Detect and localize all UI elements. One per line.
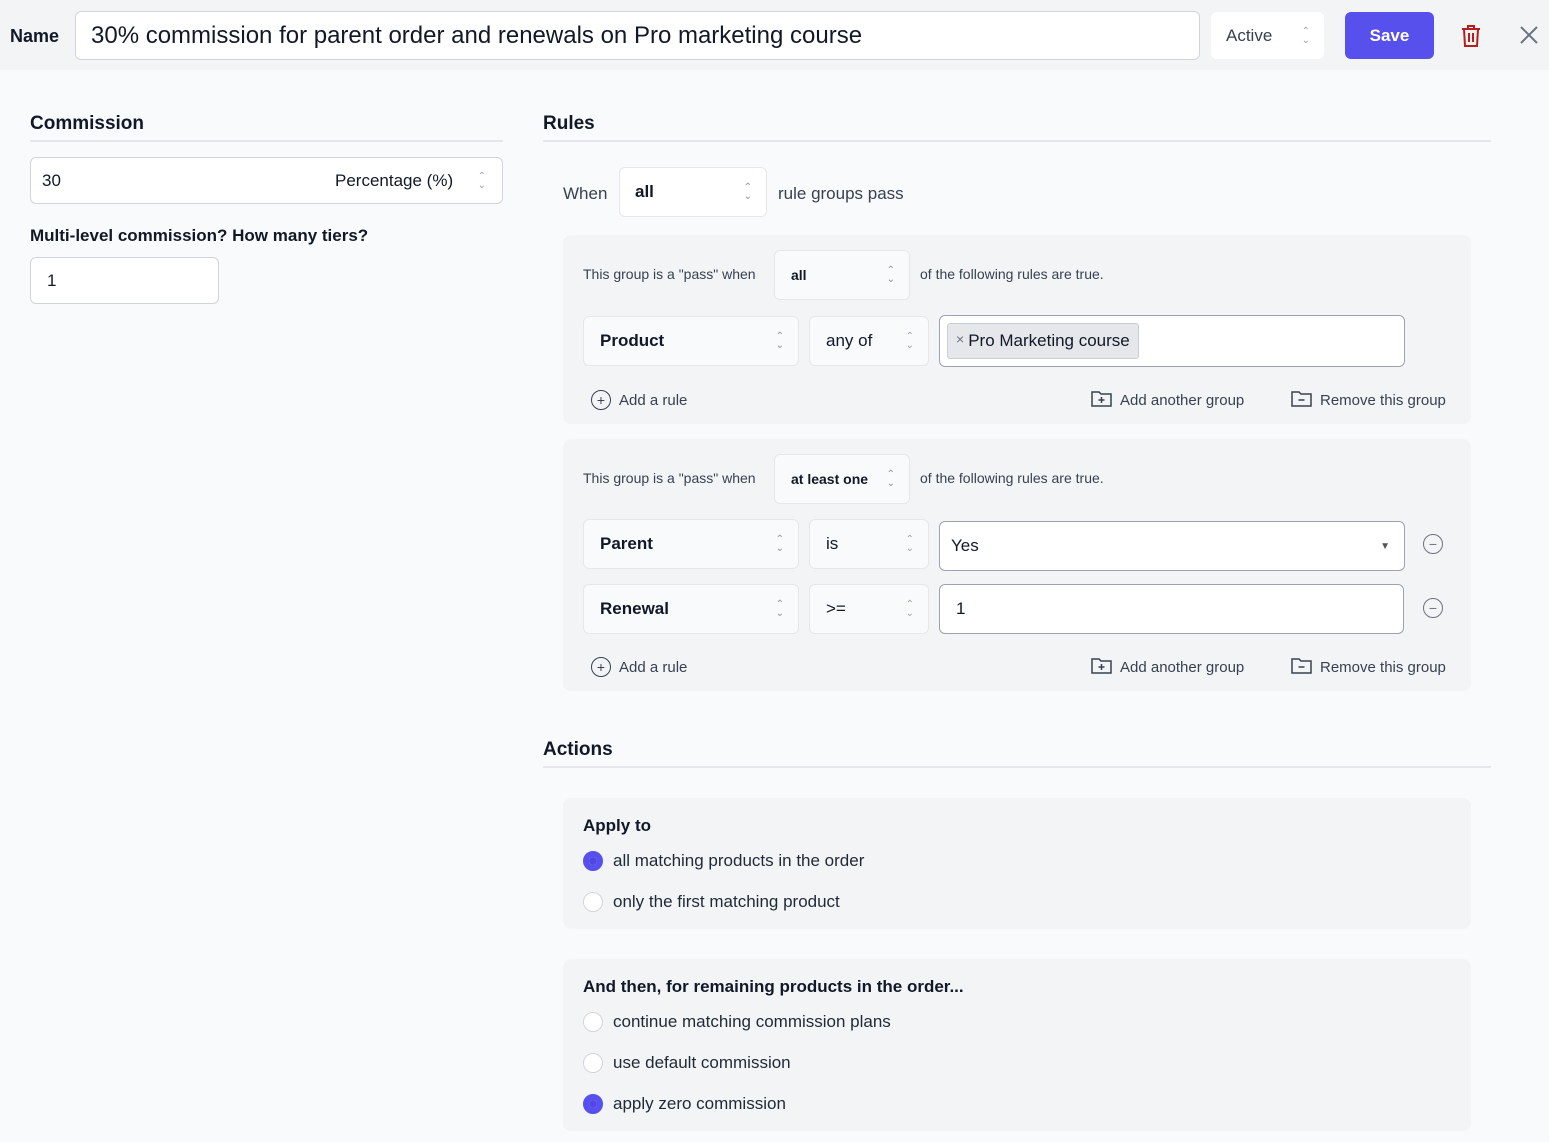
radio-unselected[interactable] bbox=[583, 1053, 603, 1073]
radio-label: use default commission bbox=[613, 1053, 791, 1072]
apply-to-title: Apply to bbox=[583, 816, 651, 835]
remove-tag-icon[interactable]: × bbox=[956, 331, 964, 351]
rule-value-select[interactable]: Yes ▼ bbox=[939, 521, 1405, 571]
rule-value: 1 bbox=[956, 599, 966, 618]
apply-option-first[interactable]: only the first matching product bbox=[583, 892, 840, 912]
plus-circle-icon: + bbox=[591, 390, 611, 410]
commission-type-select[interactable]: Percentage (%) bbox=[335, 171, 453, 191]
radio-label: apply zero commission bbox=[613, 1094, 786, 1113]
trash-icon[interactable] bbox=[1460, 24, 1482, 53]
apply-option-all[interactable]: all matching products in the order bbox=[583, 851, 864, 871]
status-select[interactable]: Active ⌃ ⌄ bbox=[1211, 12, 1324, 59]
caret-down-icon: ▼ bbox=[1380, 540, 1390, 552]
group-mode-value: all bbox=[791, 267, 807, 283]
commission-amount-input[interactable]: 30 Percentage (%) ⌃ ⌄ bbox=[30, 157, 503, 204]
commission-title: Commission bbox=[30, 113, 145, 134]
rule-field-select[interactable]: Parent ⌃ ⌄ bbox=[583, 519, 799, 569]
actions-title: Actions bbox=[543, 739, 613, 760]
radio-label: only the first matching product bbox=[613, 892, 840, 911]
chevron-updown-icon: ⌃ ⌄ bbox=[477, 170, 486, 191]
add-group-button[interactable]: Add another group bbox=[1091, 390, 1244, 411]
radio-unselected[interactable] bbox=[583, 892, 603, 912]
then-option-zero[interactable]: apply zero commission bbox=[583, 1094, 786, 1114]
group-mode-select[interactable]: at least one ⌃ ⌄ bbox=[774, 454, 910, 504]
group-prefix: This group is a "pass" when bbox=[583, 470, 756, 486]
rule-value-input[interactable]: 1 bbox=[939, 584, 1404, 634]
name-input[interactable]: 30% commission for parent order and rene… bbox=[75, 11, 1200, 60]
then-option-continue[interactable]: continue matching commission plans bbox=[583, 1012, 891, 1032]
folder-plus-icon bbox=[1091, 657, 1112, 678]
rule-operator-value: >= bbox=[826, 599, 846, 618]
chevron-updown-icon: ⌃ ⌄ bbox=[905, 599, 914, 619]
rule-field-value: Renewal bbox=[600, 599, 669, 618]
folder-plus-icon bbox=[1091, 390, 1112, 411]
tiers-label: Multi-level commission? How many tiers? bbox=[30, 226, 369, 245]
rule-field-select[interactable]: Product ⌃ ⌄ bbox=[583, 316, 799, 366]
close-icon[interactable] bbox=[1518, 24, 1540, 51]
add-rule-button[interactable]: + Add a rule bbox=[591, 657, 687, 677]
remove-rule-icon[interactable]: − bbox=[1423, 534, 1443, 554]
remaining-title: And then, for remaining products in the … bbox=[583, 977, 964, 996]
group-prefix: This group is a "pass" when bbox=[583, 266, 756, 282]
commission-amount: 30 bbox=[42, 170, 61, 190]
remove-group-label: Remove this group bbox=[1320, 659, 1446, 676]
tiers-value: 1 bbox=[47, 270, 57, 290]
rule-field-value: Parent bbox=[600, 534, 653, 553]
tag-label: Pro Marketing course bbox=[968, 331, 1130, 350]
tiers-input[interactable]: 1 bbox=[30, 257, 219, 304]
rule-operator-select[interactable]: any of ⌃ ⌄ bbox=[809, 316, 929, 366]
plus-circle-icon: + bbox=[591, 657, 611, 677]
folder-minus-icon bbox=[1291, 390, 1312, 411]
when-select[interactable]: all ⌃ ⌄ bbox=[619, 167, 767, 217]
name-value: 30% commission for parent order and rene… bbox=[91, 21, 863, 49]
chevron-updown-icon: ⌃ ⌄ bbox=[743, 182, 752, 202]
radio-label: all matching products in the order bbox=[613, 851, 865, 870]
rule-value-multiselect[interactable]: × Pro Marketing course bbox=[939, 315, 1405, 367]
tag-chip: × Pro Marketing course bbox=[947, 323, 1139, 359]
chevron-updown-icon: ⌃ ⌄ bbox=[905, 331, 914, 351]
group-suffix: of the following rules are true. bbox=[920, 266, 1104, 282]
when-suffix: rule groups pass bbox=[778, 184, 904, 203]
radio-unselected[interactable] bbox=[583, 1012, 603, 1032]
radio-label: continue matching commission plans bbox=[613, 1012, 891, 1031]
add-group-button[interactable]: Add another group bbox=[1091, 657, 1244, 678]
rule-value: Yes bbox=[951, 536, 979, 555]
when-value: all bbox=[635, 182, 654, 201]
when-label: When bbox=[563, 184, 608, 203]
group-mode-select[interactable]: all ⌃ ⌄ bbox=[774, 250, 910, 300]
save-button[interactable]: Save bbox=[1345, 12, 1434, 59]
chevron-updown-icon: ⌃ ⌄ bbox=[775, 599, 784, 619]
chevron-updown-icon: ⌃ ⌄ bbox=[905, 534, 914, 554]
folder-minus-icon bbox=[1291, 657, 1312, 678]
add-rule-label: Add a rule bbox=[619, 391, 688, 409]
chevron-updown-icon: ⌃ ⌄ bbox=[775, 331, 784, 351]
remove-group-label: Remove this group bbox=[1320, 392, 1446, 409]
add-group-label: Add another group bbox=[1120, 392, 1245, 409]
radio-selected[interactable] bbox=[583, 851, 603, 871]
rule-operator-value: any of bbox=[826, 331, 873, 350]
add-group-label: Add another group bbox=[1120, 659, 1245, 676]
rules-title: Rules bbox=[543, 113, 595, 134]
status-value: Active bbox=[1226, 25, 1273, 45]
add-rule-button[interactable]: + Add a rule bbox=[591, 390, 687, 410]
chevron-updown-icon: ⌃ ⌄ bbox=[775, 534, 784, 554]
chevron-updown-icon: ⌃ ⌄ bbox=[886, 469, 895, 489]
chevron-updown-icon: ⌃ ⌄ bbox=[1301, 25, 1310, 46]
remove-rule-icon[interactable]: − bbox=[1423, 598, 1443, 618]
radio-selected[interactable] bbox=[583, 1094, 603, 1114]
remove-group-button[interactable]: Remove this group bbox=[1291, 390, 1446, 411]
rule-field-value: Product bbox=[600, 331, 665, 350]
remove-group-button[interactable]: Remove this group bbox=[1291, 657, 1446, 678]
name-label: Name bbox=[10, 26, 60, 46]
group-suffix: of the following rules are true. bbox=[920, 470, 1104, 486]
rule-operator-select[interactable]: is ⌃ ⌄ bbox=[809, 519, 929, 569]
rule-operator-select[interactable]: >= ⌃ ⌄ bbox=[809, 584, 929, 634]
chevron-updown-icon: ⌃ ⌄ bbox=[886, 265, 895, 285]
rule-field-select[interactable]: Renewal ⌃ ⌄ bbox=[583, 584, 799, 634]
group-mode-value: at least one bbox=[791, 471, 869, 487]
rule-operator-value: is bbox=[826, 534, 839, 553]
add-rule-label: Add a rule bbox=[619, 658, 688, 676]
then-option-default[interactable]: use default commission bbox=[583, 1053, 791, 1073]
